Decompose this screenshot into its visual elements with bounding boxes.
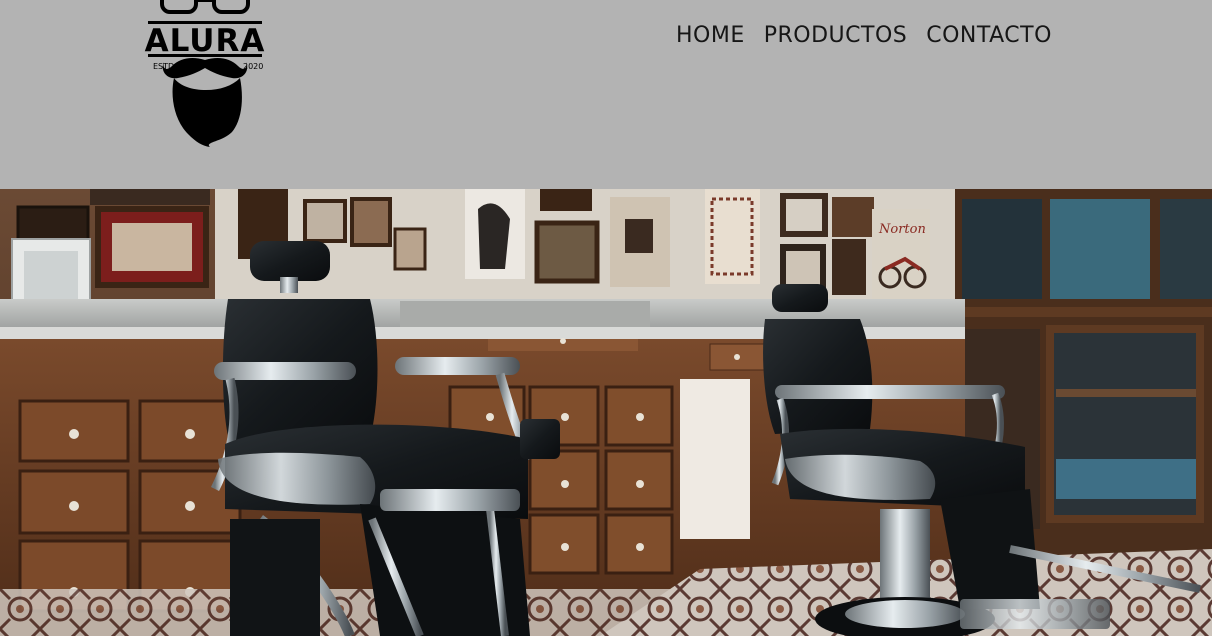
- bearded-man-logo-icon: ALURA ESTD 2020: [145, 0, 266, 147]
- logo-beard: [172, 78, 242, 147]
- alura-logo[interactable]: ALURA ESTD 2020: [140, 0, 270, 152]
- glasses-right-lens: [212, 0, 250, 14]
- glasses-bridge: [196, 0, 214, 2]
- nav-productos-link[interactable]: PRODUCTOS: [764, 22, 908, 50]
- glasses-left-lens: [160, 0, 198, 14]
- norton-poster-text: Norton: [878, 222, 926, 237]
- barbershop-interior-photo: Norton: [0, 189, 1212, 636]
- nav-contacto-link[interactable]: CONTACTO: [926, 22, 1052, 50]
- main-nav: HOME PRODUCTOS CONTACTO: [676, 22, 1052, 50]
- logo-bottom-rule: [148, 54, 262, 57]
- logo-mustache: [162, 58, 248, 79]
- site-header: ALURA ESTD 2020 HOME PRODUCTOS CONTACTO: [0, 0, 1212, 189]
- nav-home-link[interactable]: HOME: [676, 22, 745, 50]
- logo-brand-text: ALURA: [145, 23, 266, 59]
- hero-banner: Norton: [0, 189, 1212, 636]
